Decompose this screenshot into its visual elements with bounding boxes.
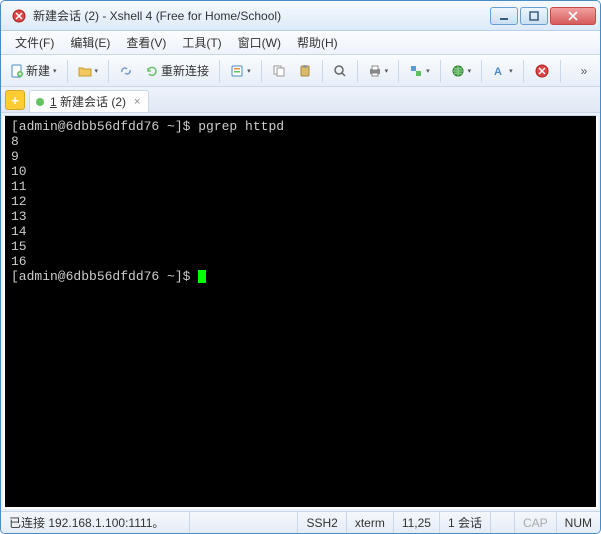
maximize-button[interactable] (520, 7, 548, 25)
status-sessions: 1 会话 (440, 512, 491, 533)
separator (481, 60, 482, 82)
chevron-down-icon: ▾ (385, 67, 389, 75)
status-connection: 已连接 192.168.1.100:1111。 (1, 512, 190, 533)
add-tab-button[interactable]: + (5, 90, 25, 110)
close-button[interactable] (550, 7, 596, 25)
refresh-icon (145, 64, 159, 78)
separator (398, 60, 399, 82)
tools-icon (409, 64, 423, 78)
menu-file[interactable]: 文件(F) (7, 32, 62, 53)
chevron-down-icon: ▾ (53, 67, 57, 75)
tab-close-button[interactable]: × (132, 96, 142, 108)
open-button[interactable]: ▾ (73, 59, 104, 83)
status-dot-icon (36, 98, 44, 106)
chevron-down-icon: ▾ (509, 67, 513, 75)
separator (108, 60, 109, 82)
xshell-button[interactable] (529, 59, 555, 83)
reconnect-label: 重新连接 (161, 62, 209, 79)
print-icon (368, 64, 382, 78)
chevron-down-icon: ▾ (468, 67, 472, 75)
globe-icon (451, 64, 465, 78)
cursor (198, 270, 206, 283)
svg-text:A: A (494, 66, 502, 78)
properties-button[interactable]: ▾ (225, 59, 256, 83)
window-controls (490, 7, 596, 25)
font-button[interactable]: A ▾ (487, 59, 518, 83)
separator (560, 60, 561, 82)
status-cap: CAP (515, 512, 557, 533)
chevron-down-icon: ▾ (95, 67, 99, 75)
status-num: NUM (557, 512, 600, 533)
font-icon: A (492, 64, 506, 78)
new-icon (10, 64, 24, 78)
statusbar: 已连接 192.168.1.100:1111。 SSH2 xterm 11,25… (1, 511, 600, 533)
menu-help[interactable]: 帮助(H) (289, 32, 346, 53)
overflow-button[interactable]: » (572, 59, 596, 83)
status-protocol: SSH2 (298, 512, 346, 533)
tools-button[interactable]: ▾ (404, 59, 435, 83)
find-button[interactable] (328, 59, 352, 83)
tab-session[interactable]: 1 新建会话 (2) × (29, 90, 149, 112)
chevron-down-icon: ▾ (247, 67, 251, 75)
properties-icon (230, 64, 244, 78)
menu-edit[interactable]: 编辑(E) (62, 32, 118, 53)
status-cursor: 11,25 (394, 512, 440, 533)
terminal[interactable]: [admin@6dbb56dfdd76 ~]$ pgrep httpd 8 9 … (3, 115, 598, 509)
separator (523, 60, 524, 82)
menu-view[interactable]: 查看(V) (118, 32, 174, 53)
status-blank (491, 512, 515, 533)
copy-button[interactable] (267, 59, 291, 83)
print-button[interactable]: ▾ (363, 59, 394, 83)
folder-icon (78, 64, 92, 78)
window-title: 新建会话 (2) - Xshell 4 (Free for Home/Schoo… (33, 7, 490, 24)
status-spacer (190, 512, 298, 533)
reconnect-button[interactable]: 重新连接 (140, 59, 214, 83)
status-termtype: xterm (347, 512, 394, 533)
separator (219, 60, 220, 82)
menu-tools[interactable]: 工具(T) (174, 32, 229, 53)
menubar: 文件(F) 编辑(E) 查看(V) 工具(T) 窗口(W) 帮助(H) (1, 31, 600, 55)
separator (440, 60, 441, 82)
web-button[interactable]: ▾ (446, 59, 477, 83)
toolbar: 新建 ▾ ▾ 重新连接 ▾ (1, 55, 600, 87)
app-icon (11, 8, 27, 24)
app-window: 新建会话 (2) - Xshell 4 (Free for Home/Schoo… (0, 0, 601, 534)
paste-icon (298, 64, 312, 78)
chevron-down-icon: ▾ (426, 67, 430, 75)
tab-title: 1 新建会话 (2) (50, 93, 126, 110)
tabbar: + 1 新建会话 (2) × (1, 87, 600, 113)
titlebar: 新建会话 (2) - Xshell 4 (Free for Home/Schoo… (1, 1, 600, 31)
copy-icon (272, 64, 286, 78)
separator (261, 60, 262, 82)
new-label: 新建 (26, 62, 50, 79)
new-button[interactable]: 新建 ▾ (5, 59, 62, 83)
search-icon (333, 64, 347, 78)
menu-window[interactable]: 窗口(W) (230, 32, 289, 53)
paste-button[interactable] (293, 59, 317, 83)
link-button[interactable] (114, 59, 138, 83)
chevron-right-icon: » (581, 64, 588, 78)
link-icon (119, 64, 133, 78)
xshell-icon (534, 63, 550, 79)
separator (322, 60, 323, 82)
separator (67, 60, 68, 82)
minimize-button[interactable] (490, 7, 518, 25)
separator (357, 60, 358, 82)
